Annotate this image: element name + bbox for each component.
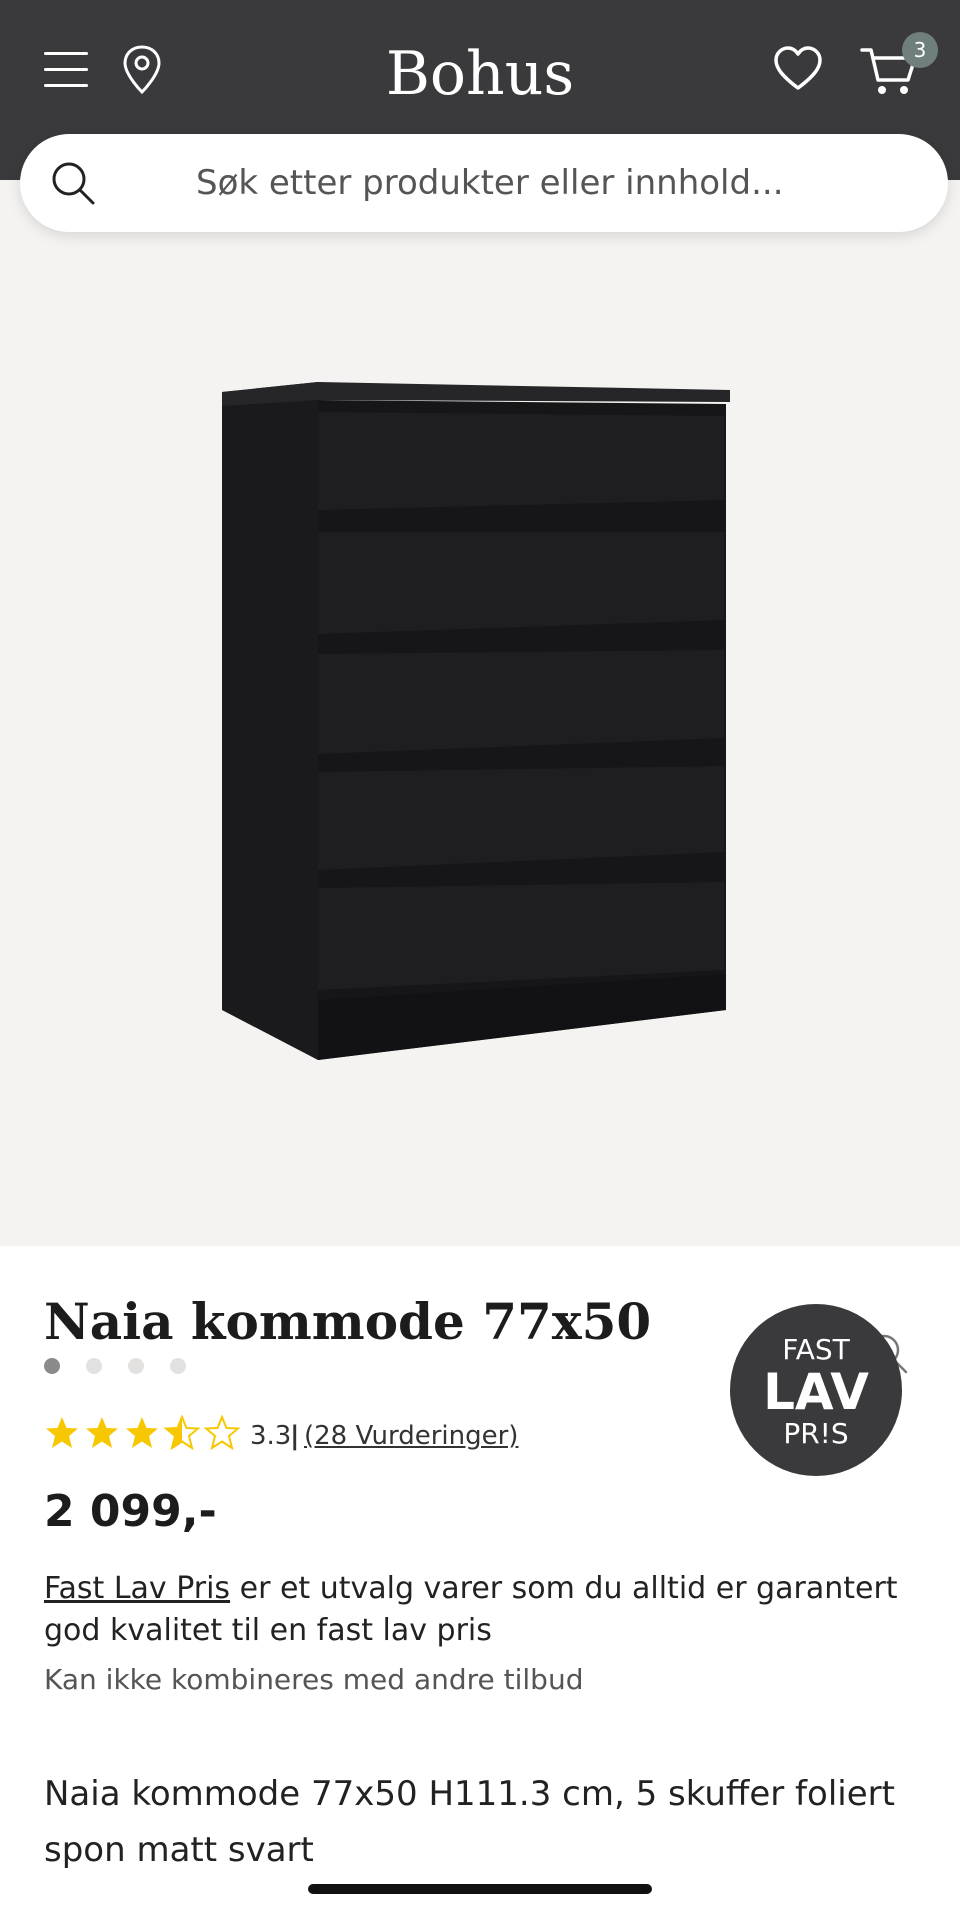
- carousel-dot-2[interactable]: [86, 1358, 102, 1374]
- product-description: Naia kommode 77x50 H111.3 cm, 5 skuffer …: [44, 1774, 895, 1870]
- search-icon[interactable]: [50, 160, 96, 206]
- reviews-link[interactable]: (28 Vurderinger): [304, 1416, 518, 1456]
- carousel-dot-1[interactable]: [44, 1358, 60, 1374]
- carousel-dot-4[interactable]: [170, 1358, 186, 1374]
- search-bar[interactable]: [20, 134, 948, 232]
- star-half-icon: [164, 1415, 200, 1451]
- star-full-icon: [86, 1417, 118, 1448]
- badge-line-3: PR!S: [783, 1417, 849, 1450]
- star-empty-icon: [204, 1415, 240, 1451]
- brand-logo[interactable]: Bohus: [330, 34, 630, 114]
- fast-lav-pris-note: Kan ikke kombineres med andre tilbud: [44, 1663, 584, 1696]
- fast-lav-pris-badge: FAST LAV PR!S: [730, 1304, 902, 1476]
- badge-line-2: LAV: [763, 1363, 869, 1421]
- fast-lav-pris-info: Fast Lav Pris er et utvalg varer som du …: [44, 1568, 924, 1652]
- star-full-icon: [126, 1417, 158, 1448]
- product-price: 2 099,-: [44, 1486, 217, 1537]
- badge-line-1: FAST: [782, 1333, 850, 1366]
- home-indicator: [308, 1884, 652, 1894]
- location-pin-icon[interactable]: [120, 44, 164, 96]
- star-full-icon: [46, 1417, 78, 1448]
- rating-separator: |: [290, 1421, 300, 1451]
- menu-icon[interactable]: [44, 50, 88, 90]
- product-image[interactable]: [210, 370, 740, 1070]
- heart-icon[interactable]: [772, 44, 824, 94]
- rating-value: 3.3: [250, 1421, 292, 1451]
- cart-count-badge: 3: [902, 32, 938, 68]
- product-title: Naia kommode 77x50: [44, 1292, 652, 1351]
- search-input[interactable]: [196, 156, 916, 210]
- fast-lav-pris-link[interactable]: Fast Lav Pris: [44, 1571, 230, 1606]
- product-image-gallery[interactable]: [0, 180, 960, 1374]
- carousel-dot-3[interactable]: [128, 1358, 144, 1374]
